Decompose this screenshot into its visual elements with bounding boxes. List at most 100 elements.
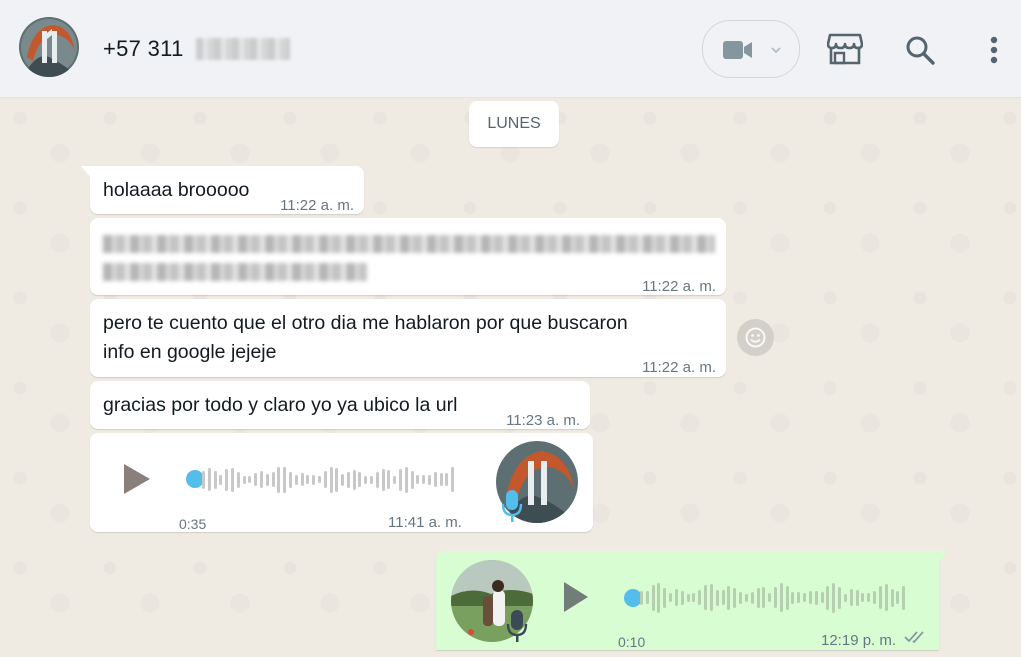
waveform-bar: [341, 474, 344, 486]
waveform-bar: [445, 473, 448, 486]
waveform-bar: [272, 472, 275, 487]
waveform-bar: [891, 589, 894, 607]
outgoing-voice-message[interactable]: 0:10 12:19 p. m.: [436, 551, 948, 650]
waveform-bar: [214, 471, 217, 489]
message-time: 11:23 a. m.: [506, 412, 580, 429]
incoming-message[interactable]: gracias por todo y claro yo ya ubico la …: [90, 381, 590, 429]
waveform-bar: [663, 588, 666, 608]
incoming-voice-message[interactable]: 0:35 11:41 a. m.: [90, 433, 593, 532]
waveform-bar: [399, 469, 402, 491]
waveform-bar: [266, 474, 269, 486]
waveform-bar: [832, 583, 835, 613]
voice-duration: 0:10: [618, 634, 646, 650]
incoming-message[interactable]: 11:22 a. m.: [90, 218, 726, 295]
waveform-bar: [675, 589, 678, 606]
waveform-bar: [393, 476, 396, 484]
incoming-message[interactable]: holaaaa brooooo 11:22 a. m.: [81, 166, 364, 214]
waveform-bar: [657, 583, 660, 613]
waveform-bar: [640, 591, 643, 605]
waveform-bar: [353, 470, 356, 490]
waveform-bar: [416, 475, 419, 484]
waveform-bar: [202, 471, 205, 489]
waveform-bar: [219, 475, 222, 485]
react-emoji-button[interactable]: [737, 319, 774, 356]
waveform-bar: [347, 472, 350, 488]
contact-name[interactable]: +57 311: [103, 36, 184, 62]
bubble-tail: [938, 551, 948, 563]
chat-header: +57 311: [0, 0, 1021, 98]
waveform-bar: [762, 587, 765, 608]
waveform-bar: [376, 472, 379, 488]
voice-waveform[interactable]: [640, 581, 908, 613]
message-text: gracias por todo y claro yo ya ubico la …: [103, 394, 458, 416]
voice-waveform[interactable]: [202, 464, 457, 494]
waveform-bar: [780, 583, 783, 612]
waveform-bar: [260, 471, 263, 488]
message-time: 11:22 a. m.: [280, 197, 354, 214]
waveform-bar: [277, 467, 280, 493]
waveform-bar: [301, 473, 304, 486]
waveform-bar: [722, 590, 725, 605]
waveform-bar: [387, 470, 390, 489]
waveform-bar: [698, 590, 701, 605]
waveform-bar: [826, 586, 829, 610]
waveform-bar: [745, 594, 748, 602]
waveform-bar: [243, 476, 246, 484]
waveform-bar: [751, 592, 754, 604]
incoming-message[interactable]: pero te cuento que el otro dia me hablar…: [90, 299, 726, 377]
waveform-bar: [434, 472, 437, 487]
waveform-bar: [254, 473, 257, 486]
play-icon[interactable]: [122, 462, 152, 496]
message-text: holaaaa brooooo: [103, 179, 250, 201]
waveform-bar: [791, 592, 794, 604]
waveform-bar: [237, 472, 240, 488]
waveform-bar: [704, 585, 707, 610]
message-time: 11:41 a. m.: [388, 514, 462, 531]
mic-icon: [506, 610, 528, 642]
waveform-bar: [411, 471, 414, 489]
message-text-line1: pero te cuento que el otro dia me hablar…: [103, 312, 628, 334]
waveform-bar: [844, 594, 847, 602]
catalog-store-icon[interactable]: [827, 33, 863, 65]
day-separator: LUNES: [469, 101, 559, 147]
waveform-bar: [225, 469, 228, 491]
waveform-bar: [248, 476, 251, 483]
smiley-icon: [745, 327, 766, 348]
waveform-bar: [786, 586, 789, 610]
video-call-button[interactable]: [702, 20, 800, 78]
waveform-bar: [692, 593, 695, 602]
waveform-bar: [797, 592, 800, 603]
waveform-bar: [669, 593, 672, 602]
contact-avatar[interactable]: [19, 17, 79, 77]
waveform-bar: [803, 593, 806, 602]
chevron-down-icon: [771, 47, 781, 54]
waveform-bar: [809, 591, 812, 604]
voice-duration: 0:35: [179, 516, 207, 532]
video-call-icon: [723, 41, 752, 59]
waveform-bar: [382, 469, 385, 491]
message-time: 11:22 a. m.: [642, 359, 716, 376]
waveform-bar: [440, 473, 443, 486]
search-icon[interactable]: [905, 35, 935, 65]
waveform-bar: [306, 475, 309, 484]
message-time: 11:22 a. m.: [642, 278, 716, 295]
double-check-icon: [904, 631, 924, 644]
waveform-bar: [838, 587, 841, 609]
waveform-bar: [208, 468, 211, 491]
message-time: 12:19 p. m.: [821, 632, 897, 649]
waveform-bar: [716, 590, 719, 606]
waveform-bar: [295, 475, 298, 485]
redacted-text: [103, 235, 715, 253]
waveform-bar: [733, 588, 736, 608]
waveform-bar: [358, 472, 361, 487]
waveform-bar: [821, 592, 824, 603]
message-text-line2: info en google jejeje: [103, 341, 277, 363]
waveform-bar: [324, 471, 327, 488]
waveform-bar: [768, 593, 771, 602]
waveform-bar: [370, 476, 373, 484]
waveform-bar: [289, 472, 292, 488]
menu-icon[interactable]: [989, 35, 999, 65]
redacted-text: [103, 263, 367, 281]
waveform-bar: [652, 585, 655, 611]
play-icon[interactable]: [562, 580, 590, 614]
